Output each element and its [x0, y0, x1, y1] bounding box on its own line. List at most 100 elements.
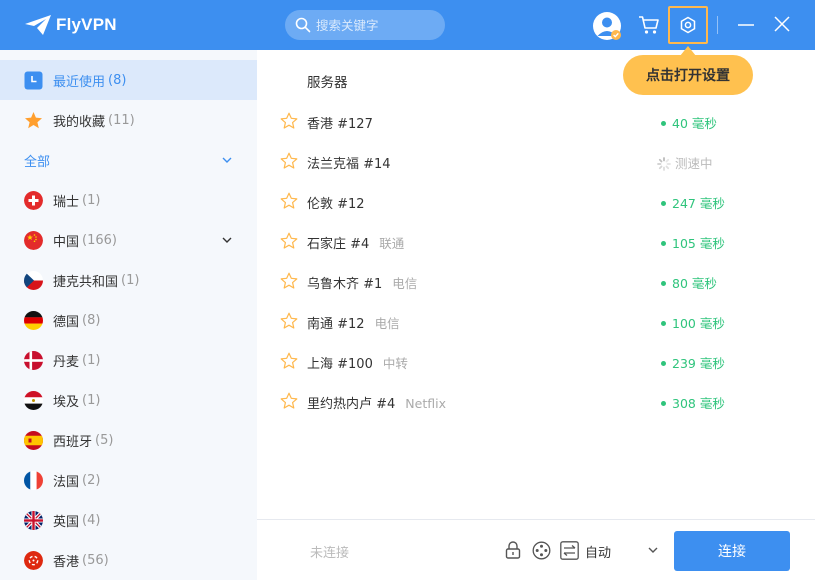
server-tag: Netflix [405, 396, 446, 411]
server-name: 上海 #100 [307, 357, 373, 372]
china-flag-icon [24, 230, 43, 250]
star-outline-icon[interactable] [280, 352, 298, 370]
star-outline-icon[interactable] [280, 232, 298, 250]
sidebar-item-country[interactable]: 德国 (8) [0, 300, 257, 340]
sidebar-item-country[interactable]: 捷克共和国 (1) [0, 260, 257, 300]
sidebar-item-country[interactable]: 法国 (2) [0, 460, 257, 500]
sidebar-item-label: 英国 [53, 514, 80, 530]
hongkong-flag-icon [24, 550, 43, 570]
server-row[interactable]: 伦敦 #12 247 毫秒 [257, 181, 815, 221]
connection-bar: 未连接 自动 连接 [257, 519, 815, 580]
star-icon [25, 111, 42, 128]
star-outline-icon[interactable] [280, 152, 298, 170]
sidebar-item-country[interactable]: 西班牙 (5) [0, 420, 257, 460]
sidebar-item-label: 埃及 [53, 394, 80, 410]
server-name: 伦敦 #12 [307, 197, 365, 212]
server-column-header: 服务器 [307, 75, 348, 91]
search-input[interactable] [316, 17, 436, 33]
settings-button[interactable] [668, 6, 708, 44]
sidebar-item-count: (56) [82, 552, 109, 568]
sidebar-item-favorites[interactable]: 我的收藏 (11) [0, 100, 257, 140]
title-bar: FlyVPN [0, 0, 815, 50]
network-icon[interactable] [532, 541, 551, 560]
sidebar: 最近使用 (8) 我的收藏 (11) 全部 瑞士 (1) 中国 (166) 捷克… [0, 50, 257, 580]
chevron-down-icon[interactable] [647, 544, 659, 556]
server-ping: 247 毫秒 [672, 196, 725, 211]
server-row[interactable]: 乌鲁木齐 #1 电信 80 毫秒 [257, 261, 815, 301]
sidebar-item-country[interactable]: 香港 (56) [0, 540, 257, 580]
sidebar-item-label: 瑞士 [53, 194, 80, 210]
protocol-select[interactable]: 自动 [585, 542, 611, 561]
header-divider [717, 16, 718, 34]
server-ping: 239 毫秒 [672, 356, 725, 371]
sidebar-item-label: 香港 [53, 554, 80, 570]
search-icon [295, 17, 311, 33]
ping-dot-icon [661, 121, 666, 126]
cart-icon[interactable] [638, 14, 660, 36]
sidebar-item-country[interactable]: 中国 (166) [0, 220, 257, 260]
uk-flag-icon [24, 510, 43, 530]
ping-dot-icon [661, 281, 666, 286]
chevron-down-icon[interactable] [221, 234, 233, 246]
star-outline-icon[interactable] [280, 272, 298, 290]
logo-icon [25, 15, 51, 35]
sidebar-item-country[interactable]: 丹麦 (1) [0, 340, 257, 380]
server-ping: 105 毫秒 [672, 236, 725, 251]
settings-tooltip: 点击打开设置 [623, 55, 753, 95]
sidebar-item-label: 最近使用 [53, 74, 106, 90]
server-name: 法兰克福 #14 [307, 157, 391, 172]
ping-dot-icon [661, 201, 666, 206]
clock-icon [24, 71, 43, 89]
lock-icon[interactable] [505, 541, 521, 559]
sidebar-item-count: (2) [82, 472, 101, 488]
server-ping: 40 毫秒 [672, 116, 717, 131]
sidebar-item-count: (1) [82, 352, 101, 368]
denmark-flag-icon [24, 350, 43, 370]
minimize-icon[interactable] [736, 15, 756, 35]
gear-icon [680, 16, 696, 34]
sidebar-item-country[interactable]: 瑞士 (1) [0, 180, 257, 220]
close-icon[interactable] [772, 14, 792, 34]
server-tag: 联通 [379, 236, 405, 251]
sidebar-item-count: (8) [108, 72, 127, 88]
star-outline-icon[interactable] [280, 312, 298, 330]
czech-flag-icon [24, 270, 43, 290]
server-row[interactable]: 石家庄 #4 联通 105 毫秒 [257, 221, 815, 261]
ping-dot-icon [661, 401, 666, 406]
france-flag-icon [24, 470, 43, 490]
star-outline-icon[interactable] [280, 392, 298, 410]
sidebar-item-label: 全部 [24, 154, 51, 170]
search-box[interactable] [285, 10, 445, 40]
switzerland-flag-icon [24, 190, 43, 210]
ping-dot-icon [661, 321, 666, 326]
server-name: 乌鲁木齐 #1 [307, 277, 383, 292]
app-name: FlyVPN [56, 15, 117, 34]
sidebar-item-country[interactable]: 英国 (4) [0, 500, 257, 540]
server-name: 香港 #127 [307, 117, 373, 132]
chevron-down-icon[interactable] [221, 154, 233, 166]
server-row[interactable]: 香港 #127 40 毫秒 [257, 101, 815, 141]
sidebar-item-count: (166) [82, 232, 117, 248]
server-row[interactable]: 南通 #12 电信 100 毫秒 [257, 301, 815, 341]
server-name: 石家庄 #4 [307, 237, 370, 252]
server-name: 南通 #12 [307, 317, 365, 332]
connect-button[interactable]: 连接 [674, 531, 790, 571]
server-row[interactable]: 法兰克福 #14 测速中 [257, 141, 815, 181]
star-outline-icon[interactable] [280, 192, 298, 210]
server-name: 里约热内卢 #4 [307, 397, 396, 412]
sidebar-item-country[interactable]: 埃及 (1) [0, 380, 257, 420]
server-ping: 308 毫秒 [672, 396, 725, 411]
protocol-switch-icon[interactable] [560, 541, 579, 560]
sidebar-item-label: 我的收藏 [53, 114, 106, 130]
sidebar-item-recent[interactable]: 最近使用 (8) [0, 60, 257, 100]
loading-spinner-icon [657, 156, 671, 171]
sidebar-item-all[interactable]: 全部 [0, 140, 257, 180]
sidebar-item-label: 西班牙 [53, 434, 93, 450]
germany-flag-icon [24, 310, 43, 330]
avatar-icon[interactable] [592, 11, 622, 41]
server-ping: 100 毫秒 [672, 316, 725, 331]
server-row[interactable]: 里约热内卢 #4 Netflix 308 毫秒 [257, 381, 815, 421]
star-outline-icon[interactable] [280, 112, 298, 130]
sidebar-item-count: (5) [95, 432, 114, 448]
server-row[interactable]: 上海 #100 中转 239 毫秒 [257, 341, 815, 381]
